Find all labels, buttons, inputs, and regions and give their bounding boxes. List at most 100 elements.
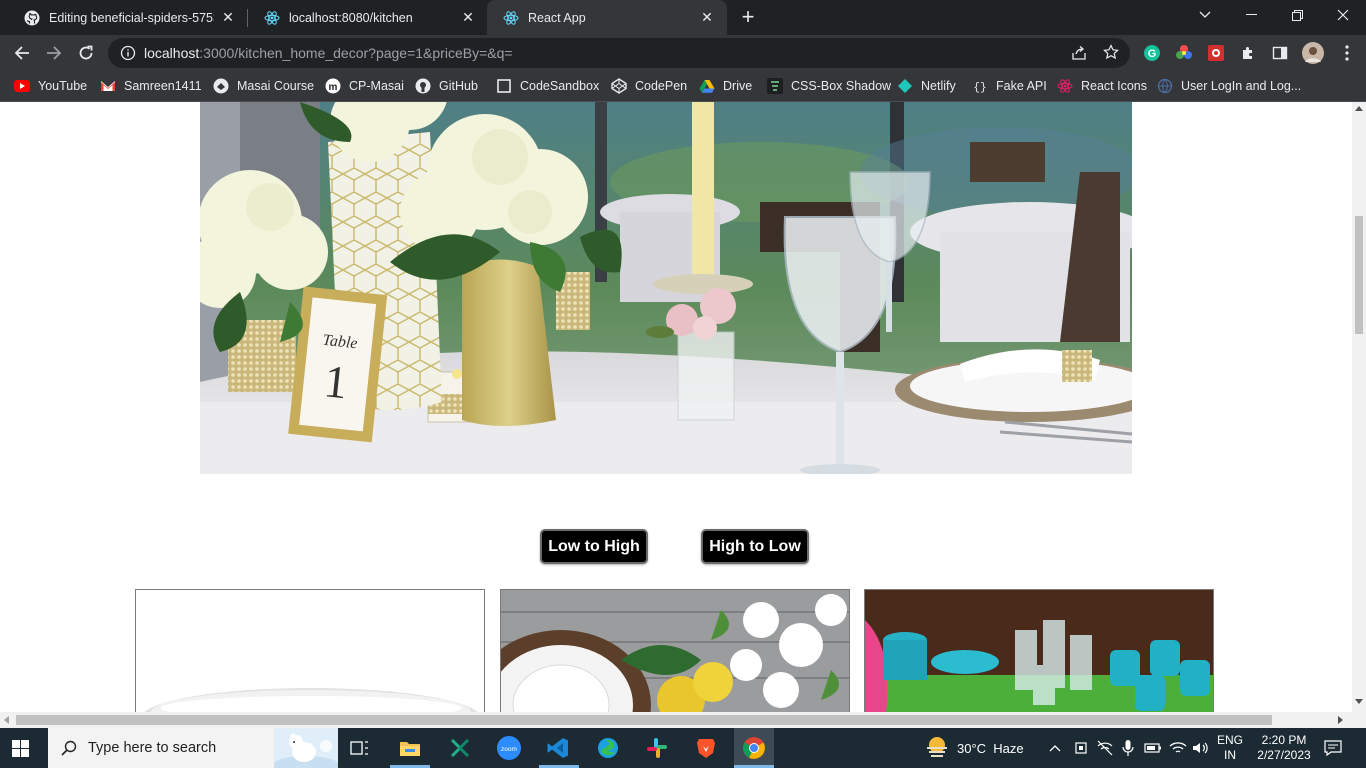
scroll-left-arrow-icon[interactable] [4,716,9,724]
restore-button[interactable] [1274,0,1320,30]
bookmark-css-box-shadow[interactable]: CSS-Box Shadow [767,77,891,95]
show-hidden-icons-chevron-icon[interactable] [1049,728,1061,768]
system-clock[interactable]: 2:20 PM 2/27/2023 [1253,728,1315,768]
product-card[interactable] [135,589,485,712]
codepen-icon [611,78,627,94]
wifi-icon[interactable] [1169,728,1187,768]
extension-red-icon[interactable] [1207,44,1225,62]
brave-icon[interactable] [692,734,720,762]
bookmark-codepen[interactable]: CodePen [611,77,687,95]
product-image [865,590,1213,712]
bookmark-label: CP-Masai [349,79,404,93]
sort-low-to-high-button[interactable]: Low to High [540,529,648,564]
bookmark-label: Drive [723,79,753,93]
windows-start-button[interactable] [12,740,29,757]
scroll-up-arrow-icon[interactable] [1355,106,1363,111]
meet-now-icon[interactable] [1073,728,1089,768]
svg-text:m: m [329,82,338,93]
bookmark-netlify[interactable]: Netlify [897,77,956,95]
vscode-icon[interactable] [544,734,572,762]
taskbar-search-box[interactable]: Type here to search [48,728,340,768]
product-card[interactable] [864,589,1214,712]
bookmark-star-icon[interactable] [1103,44,1119,60]
weather-text: 30°C Haze [957,740,1024,756]
css-icon [767,78,783,94]
tab-search-chevron-icon[interactable] [1182,0,1228,30]
app-x-icon[interactable] [446,734,474,762]
close-icon[interactable]: ✕ [460,9,476,26]
search-placeholder: Type here to search [88,740,217,756]
codesandbox-icon [496,78,512,94]
bookmark-label: CSS-Box Shadow [791,79,892,93]
tab-title: localhost:8080/kitchen [289,10,413,25]
svg-text:{}: {} [973,82,986,94]
bookmark-codesandbox[interactable]: CodeSandbox [496,77,599,95]
tab-title: Editing beneficial-spiders-5753/R [49,10,214,25]
polar-bear-search-highlight-icon [272,728,340,768]
share-icon[interactable] [1071,45,1087,61]
bookmark-user-login[interactable]: User LogIn and Log... [1157,77,1301,95]
microphone-icon[interactable] [1122,728,1134,768]
file-explorer-icon[interactable] [396,734,424,762]
color-picker-extension-icon[interactable] [1175,44,1193,62]
minimize-button[interactable] [1228,0,1274,30]
masai-icon [213,78,229,94]
menu-kebab-icon[interactable] [1338,44,1356,62]
input-language-indicator[interactable]: ENG IN [1217,728,1243,768]
zoom-icon[interactable]: zoom [495,734,523,762]
bookmark-react-icons[interactable]: React Icons [1057,77,1147,95]
bookmark-label: Masai Course [237,79,315,93]
bookmark-samreen[interactable]: Samreen1411 [100,77,202,95]
scroll-down-arrow-icon[interactable] [1355,699,1363,704]
edge-icon[interactable] [594,734,622,762]
close-window-button[interactable] [1320,0,1366,30]
product-card[interactable] [500,589,850,712]
tab-localhost-kitchen[interactable]: localhost:8080/kitchen ✕ [248,0,488,35]
new-tab-button[interactable]: + [736,4,760,29]
bookmark-drive[interactable]: Drive [699,77,752,95]
close-icon[interactable]: ✕ [699,9,715,26]
bookmark-label: CodePen [635,79,688,93]
reload-button[interactable] [72,39,100,67]
info-icon[interactable] [120,45,136,61]
product-image [136,590,484,712]
bookmark-cp-masai[interactable]: m CP-Masai [325,77,404,95]
battery-icon[interactable] [1144,728,1162,768]
browser-toolbar: localhost:3000/kitchen_home_decor?page=1… [0,35,1366,71]
notifications-icon[interactable] [1324,728,1342,768]
scroll-right-arrow-icon[interactable] [1338,716,1343,724]
volume-icon[interactable] [1192,728,1210,768]
back-button[interactable] [8,39,36,67]
close-icon[interactable]: ✕ [220,9,236,26]
vertical-scrollbar[interactable] [1352,102,1366,712]
sort-high-to-low-button[interactable]: High to Low [701,529,809,564]
bookmark-masai-course[interactable]: Masai Course [213,77,314,95]
horizontal-scrollbar[interactable] [0,712,1366,728]
globe-icon [1157,78,1173,94]
horizontal-scroll-thumb[interactable] [16,715,1272,725]
tab-react-app[interactable]: React App ✕ [487,0,727,35]
api-icon: {} [972,78,988,94]
bookmark-fake-api[interactable]: {} Fake API [972,77,1046,95]
forward-button[interactable] [40,39,68,67]
slack-icon[interactable] [643,734,671,762]
react-icon [503,10,519,26]
network-disconnected-icon[interactable] [1096,728,1114,768]
side-panel-icon[interactable] [1271,44,1289,62]
product-image [501,590,849,712]
weather-widget[interactable]: 30°C Haze [925,728,1024,768]
haze-weather-icon [925,736,949,761]
svg-text:zoom: zoom [501,746,517,753]
bookmark-github[interactable]: GitHub [415,77,478,95]
chrome-icon[interactable] [740,734,768,762]
bookmark-label: CodeSandbox [520,79,600,93]
task-view-icon[interactable] [346,734,374,762]
tab-github-edit[interactable]: Editing beneficial-spiders-5753/R ✕ [8,0,248,35]
address-bar[interactable]: localhost:3000/kitchen_home_decor?page=1… [108,38,1130,68]
drive-icon [699,78,715,94]
extensions-puzzle-icon[interactable] [1239,44,1257,62]
grammarly-icon[interactable]: G [1143,44,1161,62]
bookmark-youtube[interactable]: YouTube [14,77,87,95]
profile-avatar[interactable] [1302,42,1324,64]
vertical-scroll-thumb[interactable] [1355,216,1363,334]
